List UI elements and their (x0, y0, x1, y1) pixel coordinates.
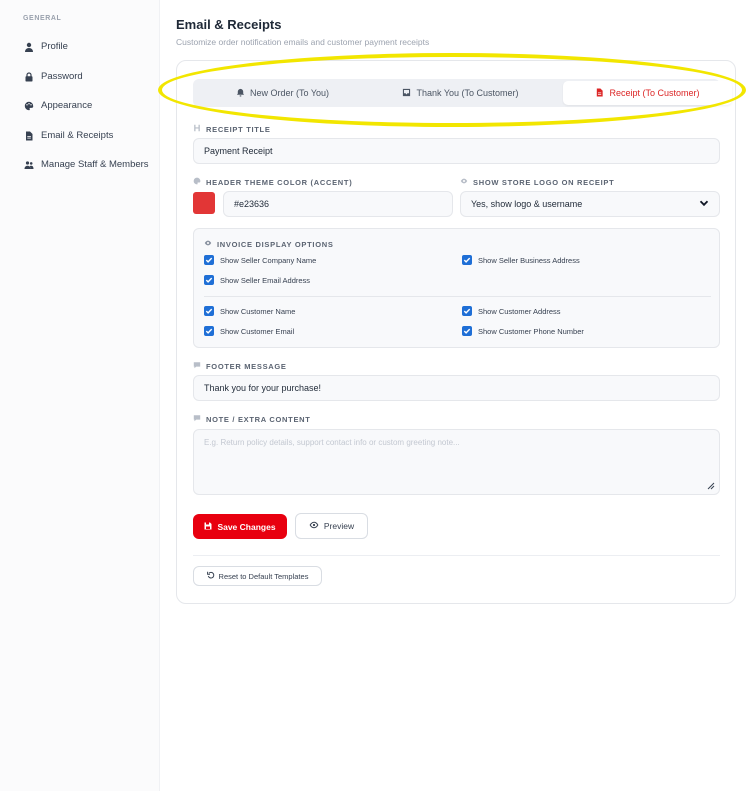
heading-icon (193, 124, 201, 134)
receipt-icon (595, 87, 604, 99)
tab-bar: New Order (To You) Thank You (To Custome… (193, 79, 732, 107)
sidebar-item-email-receipts[interactable]: Email & Receipts (24, 130, 113, 141)
sidebar-item-profile[interactable]: Profile (24, 41, 68, 52)
logo-select[interactable]: Yes, show logo & username (460, 191, 720, 217)
tab-thank-you[interactable]: Thank You (To Customer) (373, 81, 548, 105)
invoice-options-panel: INVOICE DISPLAY OPTIONS Show Seller Comp… (193, 228, 720, 348)
sidebar-item-manage-staff[interactable]: Manage Staff & Members (24, 159, 149, 170)
comment-icon (193, 414, 201, 424)
checkbox[interactable] (462, 306, 472, 316)
checkbox[interactable] (204, 255, 214, 265)
sidebar-item-label: Email & Receipts (41, 130, 114, 141)
lock-icon (24, 71, 34, 82)
divider (193, 555, 720, 556)
checkbox[interactable] (204, 275, 214, 285)
color-swatch[interactable] (193, 192, 215, 214)
option-seller-company[interactable]: Show Seller Company Name (204, 255, 316, 265)
option-seller-address[interactable]: Show Seller Business Address (462, 255, 580, 265)
footer-message-input[interactable]: Thank you for your purchase! (193, 375, 720, 401)
sidebar-item-label: Appearance (41, 100, 93, 111)
invoice-options-label: INVOICE DISPLAY OPTIONS (204, 239, 334, 249)
checkbox[interactable] (204, 306, 214, 316)
reset-templates-button[interactable]: Reset to Default Templates (193, 566, 322, 586)
options-divider (204, 296, 711, 297)
undo-icon (206, 571, 215, 581)
theme-color-input[interactable]: #e23636 (223, 191, 453, 217)
checkbox[interactable] (462, 255, 472, 265)
option-customer-address[interactable]: Show Customer Address (462, 306, 561, 316)
receipt-title-input[interactable]: Payment Receipt (193, 138, 720, 164)
option-seller-email[interactable]: Show Seller Email Address (204, 275, 310, 285)
option-customer-name[interactable]: Show Customer Name (204, 306, 295, 316)
bell-icon (236, 88, 245, 99)
note-label: NOTE / EXTRA CONTENT (193, 414, 311, 424)
palette-icon (24, 101, 34, 111)
page-subtitle: Customize order notification emails and … (176, 37, 430, 47)
sidebar-item-password[interactable]: Password (24, 71, 83, 82)
chevron-down-icon (699, 198, 709, 210)
settings-card: New Order (To You) Thank You (To Custome… (176, 60, 736, 604)
tab-new-order[interactable]: New Order (To You) (195, 81, 370, 105)
sidebar-section-title: GENERAL (23, 15, 62, 22)
document-icon (24, 131, 34, 141)
option-customer-email[interactable]: Show Customer Email (204, 326, 294, 336)
logo-label: SHOW STORE LOGO ON RECEIPT (460, 177, 614, 187)
comment-icon (193, 361, 201, 371)
inbox-icon (402, 88, 411, 99)
checkbox[interactable] (204, 326, 214, 336)
save-button[interactable]: Save Changes (193, 514, 287, 539)
resize-handle-icon[interactable] (707, 482, 715, 490)
users-icon (24, 160, 34, 170)
sidebar-item-label: Manage Staff & Members (41, 159, 149, 170)
sidebar-item-label: Profile (41, 41, 68, 52)
receipt-title-label: RECEIPT TITLE (193, 124, 271, 134)
palette-icon (193, 177, 201, 187)
eye-icon (460, 177, 468, 187)
sidebar-item-appearance[interactable]: Appearance (24, 100, 92, 111)
sidebar: GENERAL Profile Password Appearance Emai… (0, 0, 160, 791)
eye-icon (309, 520, 319, 532)
note-textarea[interactable]: E.g. Return policy details, support cont… (193, 429, 720, 495)
option-customer-phone[interactable]: Show Customer Phone Number (462, 326, 584, 336)
checkbox[interactable] (462, 326, 472, 336)
eye-icon (204, 239, 212, 249)
page-title: Email & Receipts (176, 17, 282, 32)
theme-color-label: HEADER THEME COLOR (ACCENT) (193, 177, 352, 187)
tab-receipt[interactable]: Receipt (To Customer) (563, 81, 732, 105)
user-icon (24, 42, 34, 52)
sidebar-item-label: Password (41, 71, 83, 82)
footer-message-label: FOOTER MESSAGE (193, 361, 287, 371)
floppy-icon (204, 522, 212, 532)
preview-button[interactable]: Preview (295, 513, 368, 539)
